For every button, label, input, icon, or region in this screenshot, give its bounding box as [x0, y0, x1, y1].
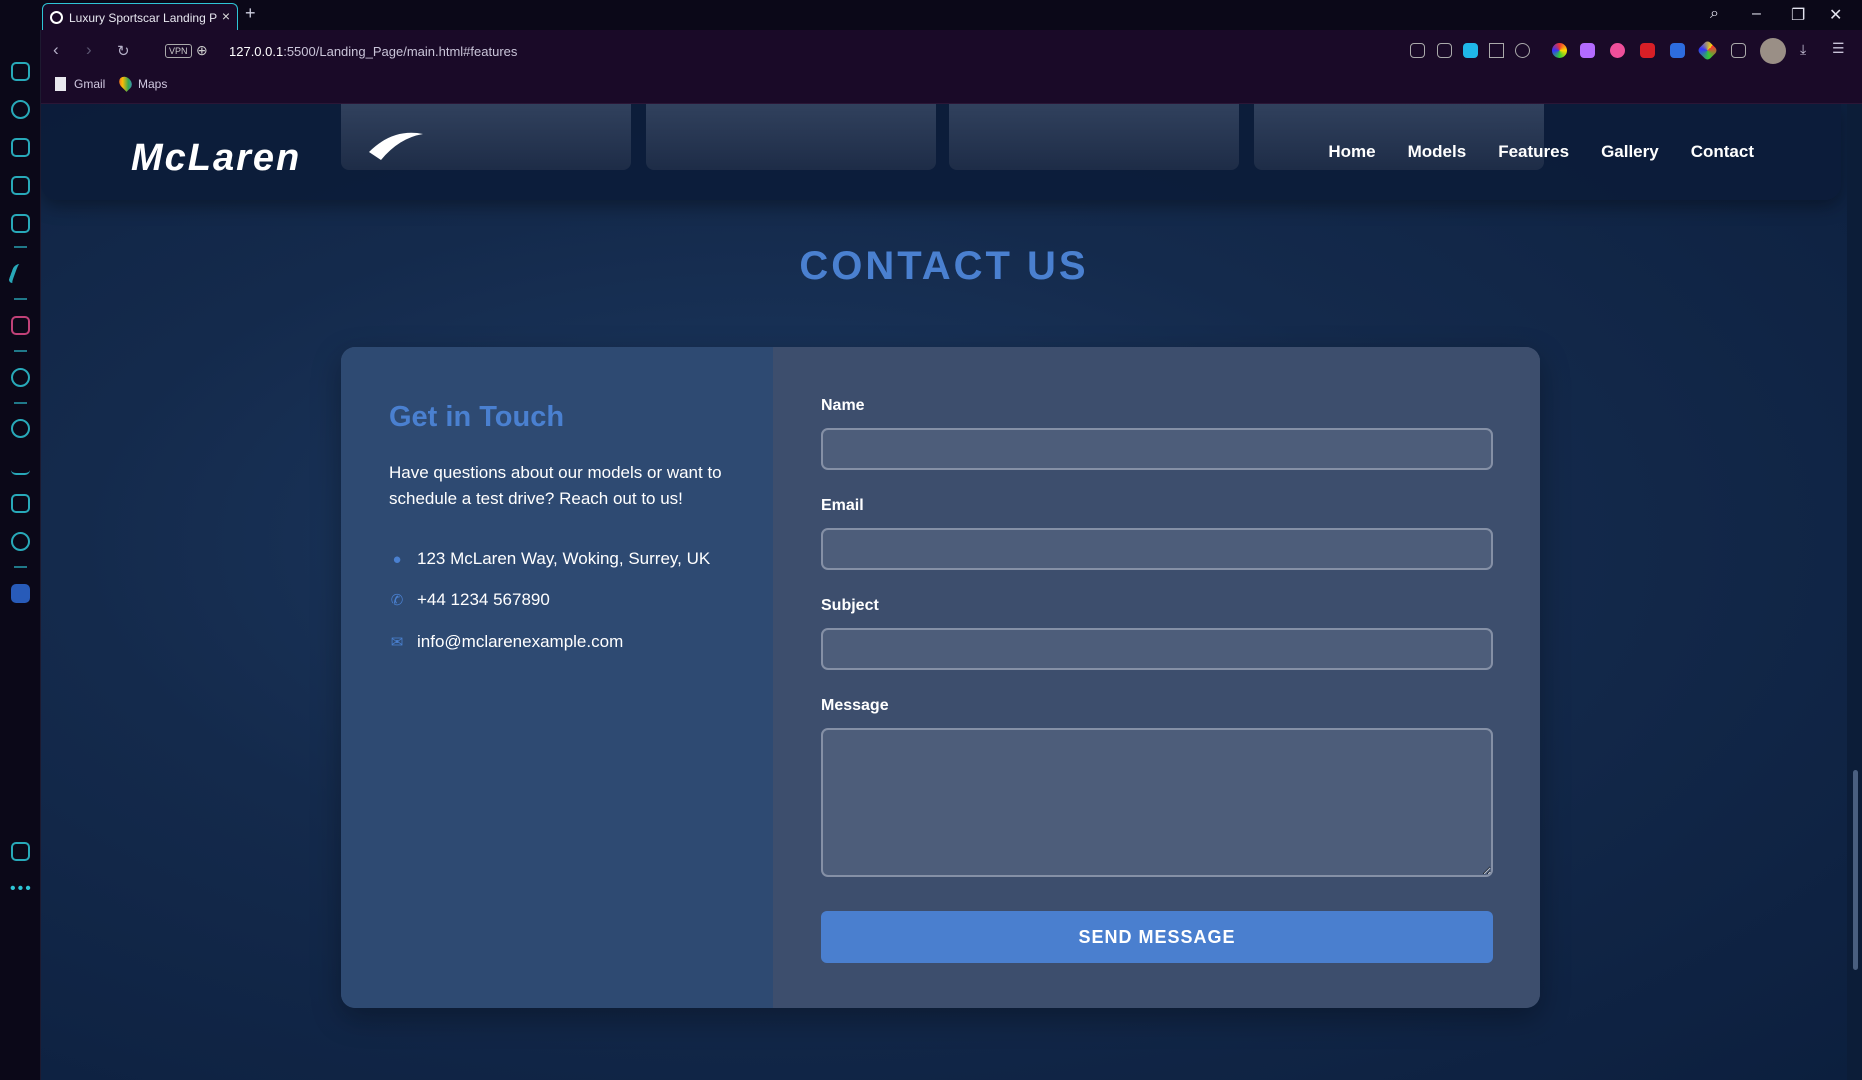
subject-input[interactable]: [821, 628, 1493, 670]
extensions-icon[interactable]: [11, 214, 30, 233]
section-title: CONTACT US: [799, 244, 1089, 288]
back-icon[interactable]: ‹: [53, 40, 59, 60]
address-row: ● 123 McLaren Way, Woking, Surrey, UK: [389, 549, 710, 569]
tab-title: Luxury Sportscar Landing P: [69, 11, 218, 25]
rail-separator: [14, 298, 27, 300]
bookmark-maps[interactable]: Maps: [138, 77, 167, 91]
aria-icon[interactable]: [7, 264, 34, 283]
nav-gallery[interactable]: Gallery: [1601, 142, 1659, 162]
email-row: ✉ info@mclarenexample.com: [389, 632, 624, 652]
restore-window-icon[interactable]: ❐: [1791, 5, 1805, 25]
forward-icon[interactable]: ›: [86, 40, 92, 60]
rail-separator: [14, 246, 27, 248]
purple-extension-icon[interactable]: [1580, 43, 1595, 58]
more-options-icon[interactable]: •••: [10, 880, 33, 898]
phone-icon: ✆: [390, 592, 404, 609]
browser-tab[interactable]: Luxury Sportscar Landing P ×: [42, 3, 238, 30]
new-tab-button[interactable]: +: [245, 3, 256, 24]
phone-row: ✆ +44 1234 567890: [389, 590, 550, 610]
message-label: Message: [821, 697, 889, 714]
rail-separator: [14, 402, 27, 404]
url-path: :5500/Landing_Page/main.html#features: [283, 44, 518, 59]
camera-icon[interactable]: [1437, 43, 1452, 58]
send-message-button[interactable]: SEND MESSAGE: [821, 911, 1493, 963]
url-host: 127.0.0.1: [229, 44, 284, 59]
minimize-icon[interactable]: –: [1752, 5, 1761, 23]
reload-icon[interactable]: ↻: [117, 42, 130, 60]
email-text: info@mclarenexample.com: [417, 632, 624, 651]
blue-extension-icon[interactable]: [1670, 43, 1685, 58]
contact-description: Have questions about our models or want …: [389, 463, 722, 508]
name-label: Name: [821, 397, 865, 414]
downloads-icon[interactable]: [11, 456, 30, 475]
message-textarea[interactable]: [821, 728, 1493, 877]
close-tab-icon[interactable]: ×: [222, 8, 230, 24]
tab-strip: Luxury Sportscar Landing P × + ⌕ – ❐ ✕: [0, 0, 1862, 30]
nav-contact[interactable]: Contact: [1691, 142, 1754, 162]
mclaren-logo[interactable]: McLaren: [131, 130, 431, 174]
pink-extension-icon[interactable]: [1610, 43, 1625, 58]
contact-info-panel: Get in Touch Have questions about our mo…: [341, 347, 773, 1008]
tab-favicon-icon: [50, 11, 63, 24]
red-extension-icon[interactable]: [1640, 43, 1655, 58]
contact-heading: Get in Touch: [389, 401, 565, 433]
puzzle-extension-icon[interactable]: [1731, 43, 1746, 58]
envelope-icon: ✉: [390, 634, 404, 651]
bot-icon[interactable]: [11, 138, 30, 157]
name-input[interactable]: [821, 428, 1493, 470]
heart-icon[interactable]: [1515, 43, 1530, 58]
bookmark-gmail[interactable]: Gmail: [74, 77, 105, 91]
cube-icon[interactable]: [11, 494, 30, 513]
nav-home[interactable]: Home: [1328, 142, 1375, 162]
speedometer-icon[interactable]: [11, 100, 30, 119]
gallery-image-icon[interactable]: [11, 842, 30, 861]
site-nav: Home Models Features Gallery Contact: [1328, 142, 1754, 162]
twitch-icon[interactable]: [11, 176, 30, 195]
url-field[interactable]: 127.0.0.1:5500/Landing_Page/main.html#fe…: [229, 44, 517, 59]
search-tabs-icon[interactable]: ⌕: [1710, 5, 1719, 23]
nav-models[interactable]: Models: [1408, 142, 1467, 162]
send-icon[interactable]: [1489, 43, 1504, 58]
contact-form: Name Email Subject Message SEND MESSAGE: [773, 347, 1540, 1008]
color-wheel-extension-icon[interactable]: [1552, 43, 1567, 58]
page-viewport: McLaren Home Models Features Gallery Con…: [41, 104, 1847, 1080]
email-input[interactable]: [821, 528, 1493, 570]
logo-text: McLaren: [131, 137, 301, 174]
bookmarks-bar: [41, 72, 1862, 104]
scrollbar-thumb[interactable]: [1853, 770, 1858, 970]
settings-gear-icon[interactable]: [11, 532, 30, 551]
player-icon[interactable]: [11, 368, 30, 387]
gamepad-icon[interactable]: [11, 62, 30, 81]
downloads-toolbar-icon[interactable]: ⤓: [1800, 41, 1806, 58]
nav-features[interactable]: Features: [1498, 142, 1569, 162]
shield-check-icon[interactable]: [1463, 43, 1478, 58]
edit-icon[interactable]: [1410, 43, 1425, 58]
gallery-thumbnail: [646, 104, 936, 170]
rail-separator: [14, 566, 27, 568]
gallery-thumbnail: [949, 104, 1239, 170]
bitwarden-shield-icon[interactable]: [11, 584, 30, 603]
site-header: McLaren Home Models Features Gallery Con…: [41, 104, 1841, 200]
subject-label: Subject: [821, 597, 879, 614]
vpn-badge[interactable]: VPN: [165, 44, 192, 58]
page-icon: [55, 77, 66, 91]
address-text: 123 McLaren Way, Woking, Surrey, UK: [417, 549, 711, 568]
map-marker-icon: ●: [392, 550, 402, 568]
contact-card: Get in Touch Have questions about our mo…: [341, 347, 1540, 1008]
instagram-icon[interactable]: [11, 316, 30, 335]
rail-separator: [14, 350, 27, 352]
email-label: Email: [821, 497, 864, 514]
close-window-icon[interactable]: ✕: [1829, 5, 1842, 25]
phone-text: +44 1234 567890: [417, 590, 550, 609]
browser-sidebar: •••: [0, 0, 41, 1080]
menu-icon[interactable]: ☰: [1832, 40, 1845, 57]
profile-avatar[interactable]: [1760, 38, 1786, 64]
site-info-globe-icon[interactable]: ⊕: [196, 42, 208, 59]
history-clock-icon[interactable]: [11, 419, 30, 438]
